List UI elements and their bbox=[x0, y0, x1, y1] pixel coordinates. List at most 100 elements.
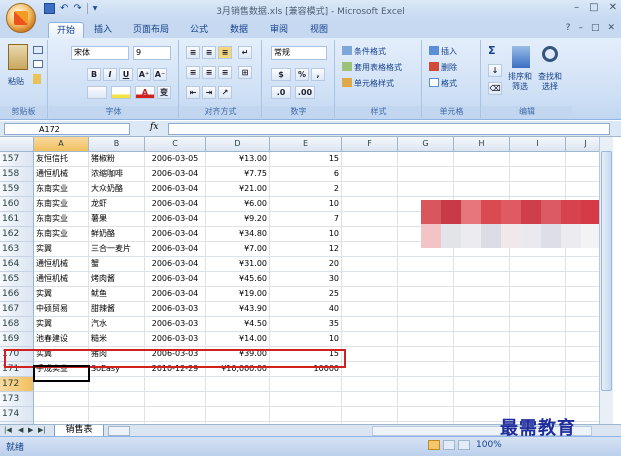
table-cell[interactable] bbox=[510, 287, 566, 302]
table-cell[interactable] bbox=[510, 302, 566, 317]
table-cell[interactable]: 10 bbox=[270, 332, 342, 347]
align-center-button[interactable]: ≡ bbox=[202, 66, 216, 79]
table-cell[interactable]: ¥45.60 bbox=[206, 272, 270, 287]
table-cell[interactable] bbox=[454, 362, 510, 377]
table-cell[interactable] bbox=[270, 407, 342, 422]
table-cell[interactable]: 甜辣酱 bbox=[89, 302, 145, 317]
table-cell[interactable]: 15 bbox=[270, 152, 342, 167]
column-header[interactable]: C bbox=[145, 137, 206, 152]
table-cell[interactable] bbox=[342, 407, 398, 422]
table-cell[interactable] bbox=[454, 182, 510, 197]
table-cell[interactable] bbox=[34, 407, 89, 422]
comma-button[interactable]: , bbox=[311, 68, 325, 81]
table-cell[interactable] bbox=[206, 392, 270, 407]
table-cell[interactable]: 12 bbox=[270, 242, 342, 257]
table-cell[interactable]: 7 bbox=[270, 212, 342, 227]
help-icon[interactable]: ? bbox=[566, 23, 571, 33]
table-cell[interactable] bbox=[270, 392, 342, 407]
table-cell[interactable] bbox=[145, 392, 206, 407]
paste-icon[interactable] bbox=[8, 44, 28, 70]
table-cell[interactable] bbox=[566, 347, 599, 362]
table-cell[interactable] bbox=[34, 392, 89, 407]
tab-review[interactable]: 审阅 bbox=[264, 22, 294, 38]
table-cell[interactable] bbox=[206, 377, 270, 392]
table-cell[interactable]: ¥7.75 bbox=[206, 167, 270, 182]
table-cell[interactable]: 2006-03-04 bbox=[145, 242, 206, 257]
table-cell[interactable]: 2006-03-03 bbox=[145, 317, 206, 332]
table-cell[interactable] bbox=[510, 392, 566, 407]
conditional-format-button[interactable]: 条件格式 bbox=[354, 46, 386, 57]
table-cell[interactable]: 2006-03-04 bbox=[145, 272, 206, 287]
active-cell[interactable] bbox=[33, 365, 90, 382]
close-button[interactable]: ✕ bbox=[609, 2, 617, 13]
table-cell[interactable]: 池春建设 bbox=[34, 332, 89, 347]
table-cell[interactable] bbox=[454, 167, 510, 182]
table-cell[interactable] bbox=[398, 347, 454, 362]
tab-data[interactable]: 数据 bbox=[224, 22, 254, 38]
table-cell[interactable]: 鲜奶酪 bbox=[89, 227, 145, 242]
delete-cells-button[interactable]: 删除 bbox=[441, 62, 457, 73]
table-cell[interactable] bbox=[342, 332, 398, 347]
decrease-decimal-button[interactable]: .00 bbox=[295, 86, 315, 99]
table-cell[interactable] bbox=[342, 227, 398, 242]
minimize-button[interactable]: – bbox=[574, 2, 579, 13]
insert-sheet-icon[interactable] bbox=[108, 426, 130, 436]
normal-view-icon[interactable] bbox=[428, 440, 440, 450]
table-cell[interactable] bbox=[398, 287, 454, 302]
table-cell[interactable]: 2006-03-04 bbox=[145, 227, 206, 242]
tab-home[interactable]: 开始 bbox=[48, 22, 84, 38]
page-break-view-icon[interactable] bbox=[458, 440, 470, 450]
table-cell[interactable] bbox=[342, 257, 398, 272]
table-cell[interactable] bbox=[510, 272, 566, 287]
first-sheet-button[interactable]: |◀ bbox=[4, 426, 12, 434]
align-middle-button[interactable]: ≡ bbox=[202, 46, 216, 59]
row-header[interactable]: 161 bbox=[0, 212, 34, 227]
table-cell[interactable] bbox=[454, 392, 510, 407]
table-cell[interactable] bbox=[342, 302, 398, 317]
align-right-button[interactable]: ≡ bbox=[218, 66, 232, 79]
grow-font-button[interactable]: A⁺ bbox=[137, 68, 151, 81]
tab-formulas[interactable]: 公式 bbox=[184, 22, 214, 38]
table-cell[interactable]: 大众奶酪 bbox=[89, 182, 145, 197]
table-cell[interactable]: 2006-03-04 bbox=[145, 167, 206, 182]
zoom-level[interactable]: 100% bbox=[476, 440, 502, 450]
table-cell[interactable] bbox=[270, 377, 342, 392]
increase-indent-button[interactable]: ⇥ bbox=[202, 86, 216, 99]
tab-view[interactable]: 视图 bbox=[304, 22, 334, 38]
table-cell[interactable] bbox=[454, 302, 510, 317]
table-cell[interactable] bbox=[398, 407, 454, 422]
table-cell[interactable] bbox=[342, 362, 398, 377]
table-cell[interactable] bbox=[398, 377, 454, 392]
table-cell[interactable] bbox=[342, 317, 398, 332]
table-cell[interactable]: 10 bbox=[270, 227, 342, 242]
maximize-button[interactable]: □ bbox=[589, 2, 598, 13]
prev-sheet-button[interactable]: ◀ bbox=[18, 426, 23, 434]
row-header[interactable]: 166 bbox=[0, 287, 34, 302]
table-cell[interactable] bbox=[398, 272, 454, 287]
table-cell[interactable]: 10 bbox=[270, 197, 342, 212]
table-cell[interactable]: ¥13.00 bbox=[206, 152, 270, 167]
table-cell[interactable]: ¥7.00 bbox=[206, 242, 270, 257]
fill-color-button[interactable] bbox=[111, 86, 131, 99]
table-cell[interactable]: 2006-03-03 bbox=[145, 332, 206, 347]
table-cell[interactable] bbox=[342, 242, 398, 257]
table-format-button[interactable]: 套用表格格式 bbox=[354, 62, 402, 73]
find-select-icon[interactable] bbox=[542, 46, 558, 62]
vertical-scrollbar[interactable] bbox=[599, 137, 613, 424]
table-cell[interactable]: 浓缩咖啡 bbox=[89, 167, 145, 182]
table-cell[interactable]: 2006-03-04 bbox=[145, 197, 206, 212]
doc-restore-button[interactable]: □ bbox=[591, 23, 600, 33]
column-header[interactable]: J bbox=[566, 137, 599, 152]
doc-close-button[interactable]: ✕ bbox=[607, 23, 615, 33]
table-cell[interactable] bbox=[398, 362, 454, 377]
select-all-corner[interactable] bbox=[0, 137, 34, 152]
font-size-select[interactable]: 9 bbox=[133, 46, 171, 60]
page-layout-view-icon[interactable] bbox=[443, 440, 455, 450]
row-header[interactable]: 167 bbox=[0, 302, 34, 317]
table-cell[interactable] bbox=[145, 377, 206, 392]
italic-button[interactable]: I bbox=[103, 68, 117, 81]
row-header[interactable]: 174 bbox=[0, 407, 34, 422]
format-cells-button[interactable]: 格式 bbox=[441, 78, 457, 89]
row-header[interactable]: 164 bbox=[0, 257, 34, 272]
name-box[interactable]: A172 bbox=[4, 123, 130, 135]
